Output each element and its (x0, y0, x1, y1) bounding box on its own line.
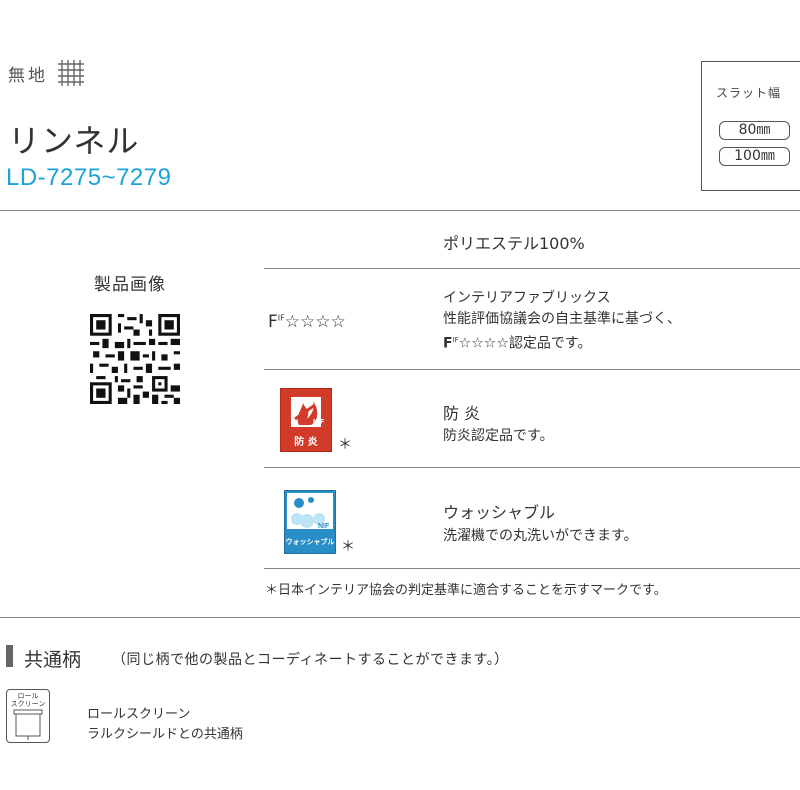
product-name: リンネル (8, 122, 140, 160)
washable-description: 洗濯機での丸洗いができます。 (443, 528, 638, 544)
slat-option-80: 80㎜ (719, 121, 790, 140)
category-label: 無地 (8, 58, 88, 88)
mark-footnote: ＊日本インテリア協会の判定基準に適合することを示すマークです。 (265, 583, 667, 598)
common-pattern-item: ラルクシールドとの共通柄 (87, 727, 243, 742)
formaldehyde-line-stars: ☆☆☆☆ (458, 335, 509, 352)
material-text: ポリエステル100% (443, 234, 585, 253)
common-pattern-items: ロールスクリーン ラルクシールドとの共通柄 (87, 705, 243, 745)
fire-description: 防炎認定品です。 (443, 428, 554, 444)
f-mark-stars: ☆☆☆☆ (284, 312, 346, 332)
product-image-label: 製品画像 (94, 275, 166, 295)
formaldehyde-line-mark: F (443, 335, 453, 352)
category-text: 無地 (8, 65, 48, 86)
header-divider (0, 210, 800, 211)
formaldehyde-line-3: FIF☆☆☆☆認定品です。 (443, 330, 681, 355)
washable-badge-text: ウォッシャブル (285, 538, 335, 546)
spec-divider-2 (264, 369, 800, 370)
formaldehyde-line-2: 性能評価協議会の自主基準に基づく、 (443, 311, 681, 327)
section-divider (0, 617, 800, 618)
fire-badge-text: 防 炎 (294, 437, 318, 448)
spec-divider-3 (264, 467, 800, 468)
washable-badge: NIF ウォッシャブル (284, 490, 336, 554)
roll-icon-label-1: ロール (17, 692, 39, 700)
slat-option-100: 100㎜ (719, 147, 790, 166)
formaldehyde-line-suffix: 認定品です。 (508, 335, 592, 352)
formaldehyde-description: インテリアファブリックス 性能評価協議会の自主基準に基づく、 FIF☆☆☆☆認定… (443, 288, 681, 355)
fire-badge-sub: NIF (313, 419, 325, 426)
common-pattern-item: ロールスクリーン (87, 707, 191, 722)
section-marker (6, 645, 13, 667)
product-code: LD-7275~7279 (6, 164, 172, 191)
f-mark-sup: IF (277, 313, 285, 323)
fire-badge: NIF 防 炎 (280, 388, 332, 452)
formaldehyde-mark: FIF☆☆☆☆ (268, 312, 346, 332)
slat-width-label: スラット幅 (716, 86, 782, 100)
qr-code-icon[interactable] (90, 314, 180, 404)
washable-badge-sub: NIF (318, 523, 330, 530)
common-pattern-title: 共通柄 (24, 649, 82, 671)
spec-divider-1 (264, 268, 800, 269)
common-pattern-note: （同じ柄で他の製品とコーディネートすることができます。） (112, 652, 509, 668)
f-mark-letter: F (268, 312, 278, 332)
roll-icon-label-2: スクリーン (10, 700, 46, 708)
washable-title: ウォッシャブル (443, 503, 556, 522)
pattern-icon (58, 60, 84, 86)
washable-asterisk: ＊ (341, 539, 355, 555)
formaldehyde-line-1: インテリアファブリックス (443, 290, 611, 306)
spec-divider-4 (264, 568, 800, 569)
fire-asterisk: ＊ (338, 437, 352, 453)
roll-screen-shape-icon (13, 709, 43, 740)
fire-title: 防 炎 (443, 404, 481, 423)
roll-screen-icon: ロール スクリーン (6, 689, 50, 743)
roll-icon-label: ロール スクリーン (7, 692, 49, 708)
